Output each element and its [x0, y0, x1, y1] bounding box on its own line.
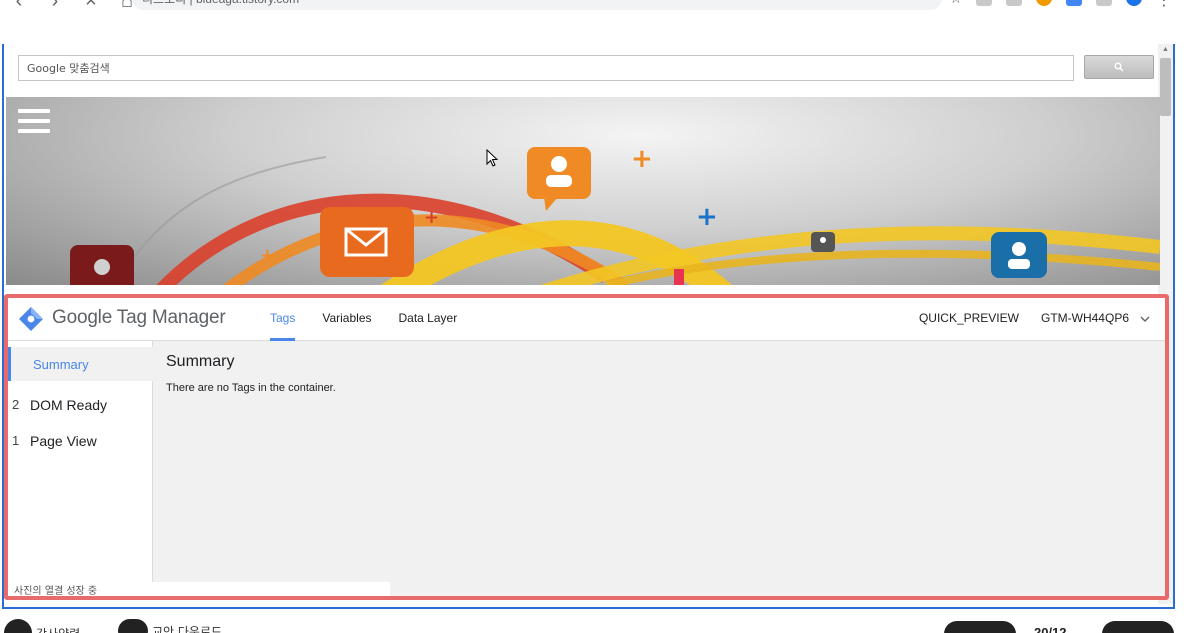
google-custom-search — [18, 55, 1160, 83]
tab-data-layer[interactable]: Data Layer — [399, 298, 458, 341]
close-icon[interactable]: × — [82, 0, 100, 13]
svg-text:+: + — [696, 202, 718, 232]
gtm-event-sidebar: Summary 2 DOM Ready 1 Page View — [8, 341, 153, 596]
address-bar[interactable]: 티스토리 | blueaga.tistory.com — [132, 0, 942, 10]
gtm-logo-icon — [19, 307, 43, 331]
browser-toolbar: ‹ › × ⌂ 티스토리 | blueaga.tistory.com ☆ ⋮ — [0, 0, 1186, 44]
extension-icon[interactable] — [976, 0, 992, 6]
back-icon[interactable]: ‹ — [10, 0, 28, 13]
gtm-summary-pane: Summary There are no Tags in the contain… — [154, 341, 1165, 596]
browser-nav: ‹ › × ⌂ — [10, 0, 136, 13]
prev-button[interactable] — [944, 621, 1016, 633]
gtm-container-info: QUICK_PREVIEW GTM-WH44QP6 — [919, 311, 1129, 325]
mail-bubble-icon — [320, 207, 414, 277]
download-materials-button[interactable]: 교안 다운로드 — [118, 619, 222, 633]
scroll-thumb[interactable] — [1160, 58, 1171, 116]
tab-variables[interactable]: Variables — [322, 298, 371, 341]
search-button[interactable] — [1084, 55, 1154, 79]
gtm-debug-panel: Google Tag Manager Tags Variables Data L… — [4, 294, 1169, 600]
person-icon — [4, 619, 32, 633]
extension-icon[interactable] — [1066, 0, 1082, 6]
sidebar-item-page-view[interactable]: 1 Page View — [8, 433, 153, 457]
svg-text:+: + — [424, 207, 439, 228]
svg-text:+: + — [631, 144, 653, 174]
browser-extensions: ☆ ⋮ — [949, 0, 1172, 9]
extension-icon[interactable] — [1036, 0, 1052, 6]
search-icon — [1114, 62, 1124, 72]
bookmark-star-icon[interactable]: ☆ — [949, 0, 962, 7]
extension-icon[interactable] — [1006, 0, 1022, 6]
tab-tags[interactable]: Tags — [270, 298, 296, 341]
page-indicator: 20/12 — [1034, 625, 1067, 633]
grey-user-bubble-icon — [811, 232, 835, 252]
summary-title: Summary — [166, 353, 235, 370]
player-controls: 강사약력 교안 다운로드 20/12 — [0, 611, 1186, 633]
orange-user-bubble-icon — [527, 147, 591, 211]
svg-text:+: + — [260, 245, 275, 266]
extension-icon[interactable] — [1096, 0, 1112, 6]
dark-red-user-bubble-icon — [70, 245, 134, 285]
gtm-header: Google Tag Manager Tags Variables Data L… — [8, 298, 1165, 341]
event-label: Page View — [30, 433, 97, 449]
forward-icon[interactable]: › — [46, 0, 64, 13]
blue-user-bubble-icon — [991, 232, 1047, 278]
book-icon — [118, 619, 148, 633]
scroll-up-arrow-icon[interactable]: ▲ — [1158, 44, 1173, 56]
search-input[interactable] — [18, 55, 1074, 81]
event-label: DOM Ready — [30, 397, 108, 413]
social-network-illustration: + + + + — [70, 144, 1160, 285]
sidebar-item-summary[interactable]: Summary — [8, 347, 153, 381]
no-tags-message: There are no Tags in the container. — [166, 382, 336, 394]
gtm-tabs: Tags Variables Data Layer — [270, 298, 484, 341]
preview-mode-label: QUICK_PREVIEW — [918, 311, 1019, 325]
instructor-profile-button[interactable]: 강사약력 — [4, 619, 80, 633]
container-id-label: GTM-WH44QP6 — [1040, 311, 1129, 325]
hamburger-menu-icon[interactable] — [18, 109, 50, 135]
profile-avatar-icon[interactable] — [1126, 0, 1142, 6]
instructor-label: 강사약력 — [36, 625, 80, 633]
loading-status-text: 사진의 열결 성장 중 — [10, 582, 390, 596]
sidebar-item-dom-ready[interactable]: 2 DOM Ready — [8, 397, 153, 421]
chevron-down-icon[interactable] — [1139, 313, 1151, 325]
menu-kebab-icon[interactable]: ⋮ — [1156, 0, 1172, 9]
gtm-brand-title: Google Tag Manager — [52, 307, 226, 328]
blog-header-banner: + + + + — [6, 97, 1160, 285]
download-label: 교안 다운로드 — [152, 624, 223, 633]
mouse-cursor-icon — [486, 149, 499, 167]
event-number: 1 — [12, 433, 20, 448]
next-button[interactable] — [1102, 621, 1174, 633]
event-number: 2 — [12, 397, 20, 412]
